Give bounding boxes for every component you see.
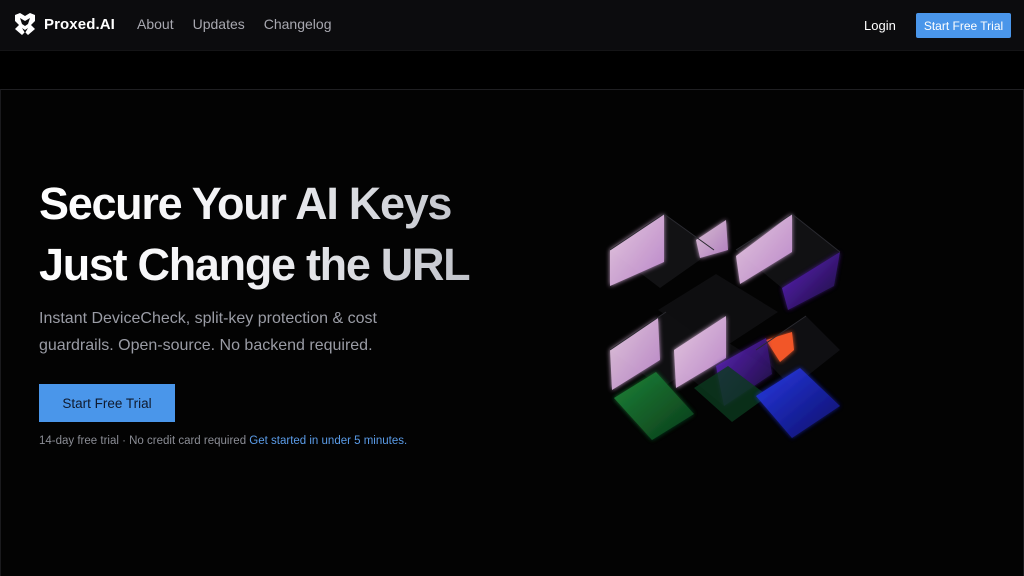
hero-headline: Secure Your AI Keys Just Change the URL — [39, 173, 509, 295]
top-nav: Proxed.AI About Updates Changelog Login … — [0, 0, 1024, 51]
nav-link-updates[interactable]: Updates — [193, 16, 245, 32]
trial-note-text: 14-day free trial · No credit card requi… — [39, 435, 247, 447]
login-link[interactable]: Login — [864, 18, 896, 33]
headline-line-2: Just Change the URL — [39, 239, 470, 290]
get-started-link[interactable]: Get started in under 5 minutes. — [249, 435, 407, 447]
hero-start-trial-label: Start Free Trial — [62, 395, 152, 411]
trial-note: 14-day free trial · No credit card requi… — [39, 435, 407, 447]
nav-links: About Updates Changelog — [137, 16, 331, 32]
nav-start-trial-button[interactable]: Start Free Trial — [916, 13, 1011, 38]
shield-logo-icon — [15, 13, 35, 35]
brand[interactable]: Proxed.AI — [14, 12, 115, 36]
nav-link-changelog[interactable]: Changelog — [264, 16, 332, 32]
hero-subheadline: Instant DeviceCheck, split-key protectio… — [39, 310, 377, 354]
brand-name: Proxed.AI — [44, 15, 115, 33]
glowing-cubes-illustration — [609, 213, 841, 440]
hero-start-trial-button[interactable]: Start Free Trial — [39, 384, 175, 422]
nav-link-about[interactable]: About — [137, 16, 174, 32]
headline-line-1: Secure Your AI Keys — [39, 178, 452, 229]
